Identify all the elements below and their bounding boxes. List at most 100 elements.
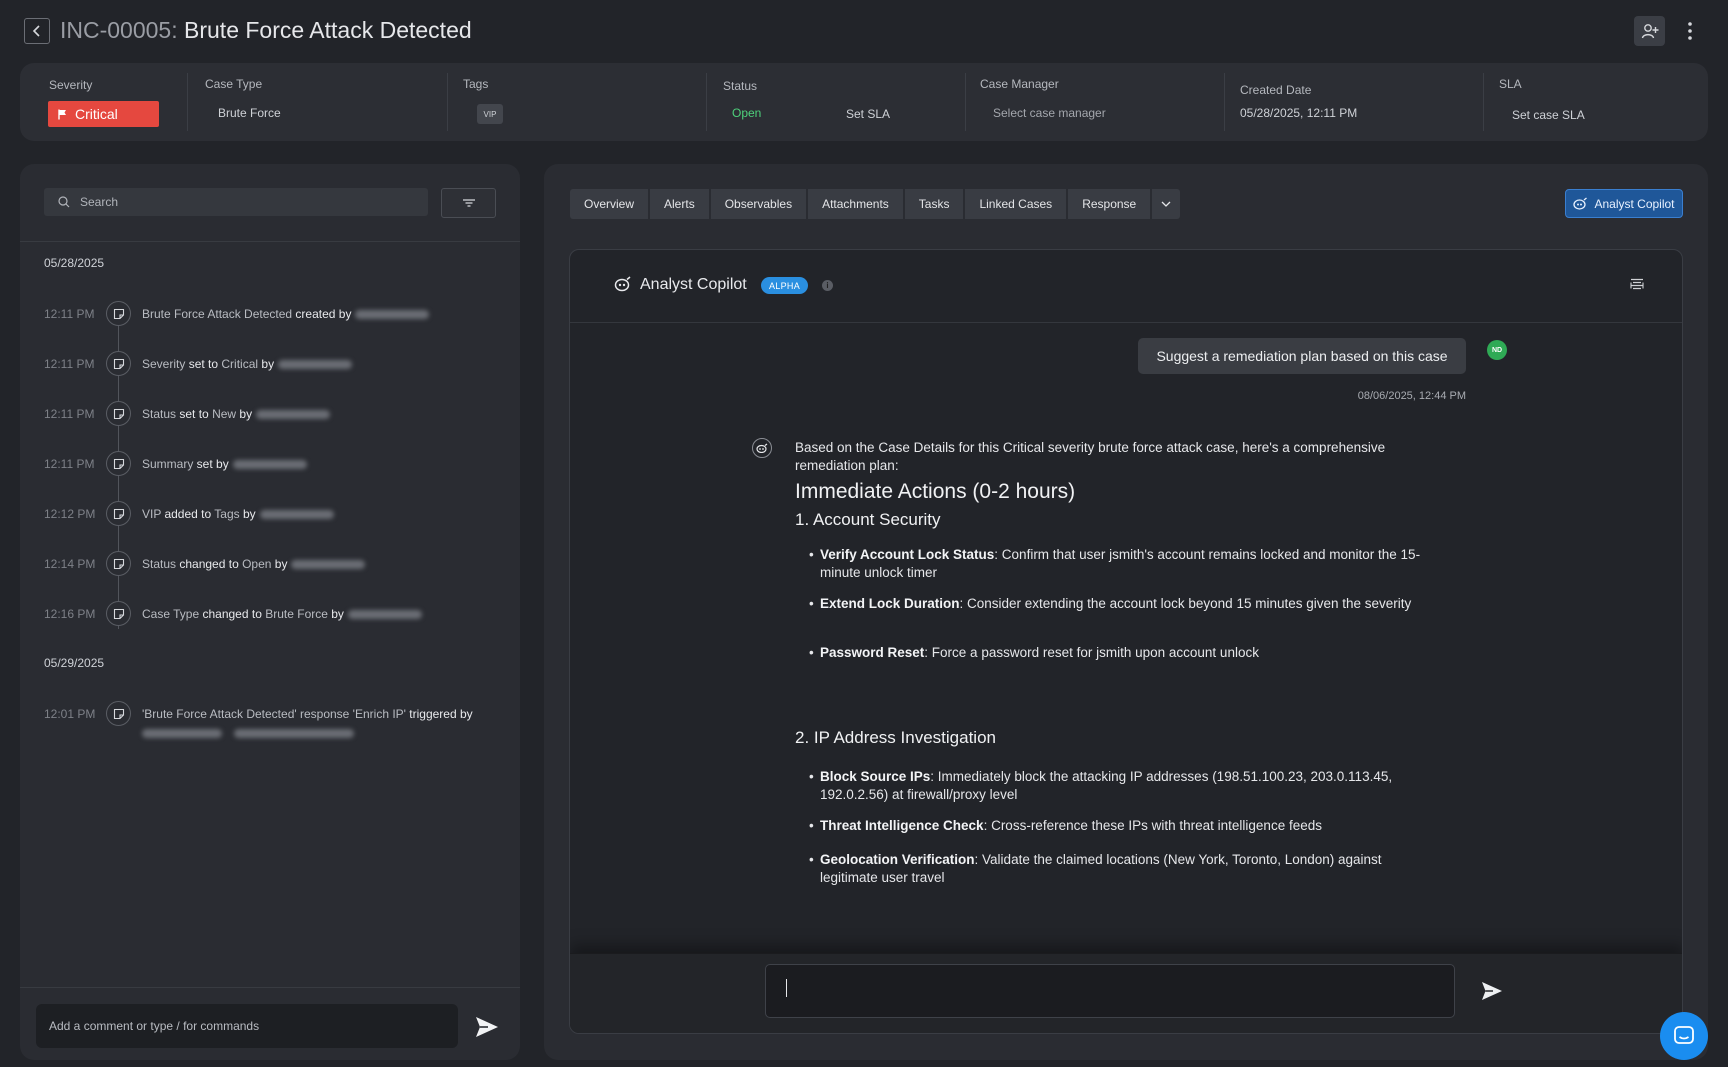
chat-input-box[interactable] [765, 964, 1455, 1018]
redacted-line [142, 726, 354, 740]
case-type-field[interactable]: Case Type Brute Force [188, 63, 446, 141]
tab-tasks[interactable]: Tasks [904, 189, 964, 219]
event-text: Case Type changed to Brute Force by [142, 607, 422, 621]
tags-label: Tags [463, 77, 489, 91]
event-time: 12:11 PM [44, 457, 95, 471]
status-label: Status [723, 79, 758, 93]
case-manager-select[interactable]: Select case manager [993, 106, 1106, 120]
tab-attachments[interactable]: Attachments [808, 189, 903, 219]
tags-field[interactable]: Tags VIP [448, 63, 706, 141]
note-icon [106, 701, 131, 726]
timeline-panel: 05/28/2025 12:11 PM Brute Force Attack D… [20, 164, 520, 1060]
timeline-event: 12:11 PM Severity set to Critical by [20, 348, 520, 378]
event-text: VIP added to Tags by [142, 507, 334, 521]
case-manager-field[interactable]: Case Manager Select case manager [966, 63, 1224, 141]
info-icon[interactable]: i [822, 280, 833, 291]
support-chat-button[interactable] [1660, 1012, 1708, 1060]
timeline-event: 12:16 PM Case Type changed to Brute Forc… [20, 598, 520, 628]
message-timestamp: 08/06/2025, 12:44 PM [1357, 390, 1466, 402]
more-tabs-button[interactable] [1152, 189, 1181, 219]
copilot-avatar [752, 438, 772, 458]
timeline-date-header: 05/28/2025 [44, 256, 105, 270]
response-bullet: Geolocation Verification: Validate the c… [809, 851, 1430, 887]
analyst-copilot-button[interactable]: Analyst Copilot [1565, 189, 1683, 218]
more-options-button[interactable] [1680, 16, 1700, 46]
user-message-bubble: Suggest a remediation plan based on this… [1138, 338, 1466, 374]
search-input[interactable] [80, 195, 380, 209]
page-title: INC-00005: Brute Force Attack Detected [60, 17, 472, 44]
comment-box[interactable] [36, 1004, 458, 1048]
note-icon [106, 301, 131, 326]
chat-input[interactable] [766, 965, 1454, 1017]
assign-user-button[interactable] [1634, 16, 1665, 46]
user-avatar: ND [1487, 340, 1507, 360]
note-icon [106, 351, 131, 376]
severity-badge[interactable]: Critical [48, 101, 159, 127]
event-text: Status set to New by [142, 407, 331, 421]
case-tabs: Overview Alerts Observables Attachments … [570, 189, 1181, 219]
severity-value: Critical [75, 106, 118, 122]
incident-title: Brute Force Attack Detected [184, 17, 472, 43]
sla-value[interactable]: Set case SLA [1512, 108, 1585, 122]
event-text: Severity set to Critical by [142, 357, 353, 371]
send-comment-icon[interactable] [474, 1015, 500, 1039]
user-plus-icon [1641, 24, 1658, 39]
note-icon [106, 551, 131, 576]
sla-field[interactable]: SLA Set case SLA [1484, 63, 1708, 141]
timeline-event: 12:11 PM Status set to New by [20, 398, 520, 428]
case-detail-panel: Overview Alerts Observables Attachments … [544, 164, 1708, 1060]
case-type-label: Case Type [205, 77, 263, 91]
tab-response[interactable]: Response [1068, 189, 1151, 219]
timeline-date-header: 05/29/2025 [44, 656, 105, 670]
event-time: 12:01 PM [44, 707, 96, 721]
tab-alerts[interactable]: Alerts [650, 189, 709, 219]
set-sla-link[interactable]: Set SLA [846, 107, 890, 121]
redacted-user [347, 610, 422, 620]
copilot-icon [614, 276, 631, 292]
vip-tag[interactable]: VIP [477, 104, 503, 124]
event-time: 12:11 PM [44, 307, 95, 321]
event-time: 12:11 PM [44, 407, 95, 421]
timeline-event: 12:11 PM Summary set by [20, 448, 520, 478]
tab-linked-cases[interactable]: Linked Cases [965, 189, 1067, 219]
response-heading: Immediate Actions (0-2 hours) [795, 480, 1076, 503]
response-subheading: 2. IP Address Investigation [795, 728, 996, 747]
tab-overview[interactable]: Overview [570, 189, 649, 219]
timeline-event: 12:12 PM VIP added to Tags by [20, 498, 520, 528]
event-text: Summary set by [142, 457, 307, 471]
tab-observables[interactable]: Observables [710, 189, 807, 219]
response-bullet: Verify Account Lock Status: Confirm that… [809, 546, 1430, 582]
severity-label: Severity [49, 78, 93, 92]
back-button[interactable] [24, 18, 50, 44]
note-icon [106, 451, 131, 476]
divider [20, 241, 520, 242]
comment-input[interactable] [49, 1019, 439, 1033]
filter-button[interactable] [441, 188, 496, 218]
status-field[interactable]: Status Open Set SLA [707, 63, 965, 141]
timeline-event: 12:14 PM Status changed to Open by [20, 548, 520, 578]
response-bullet: Password Reset: Force a password reset f… [809, 644, 1430, 662]
timeline-search[interactable] [44, 188, 428, 216]
kebab-menu-icon [1688, 22, 1692, 40]
response-intro: Based on the Case Details for this Criti… [795, 440, 1386, 473]
timeline-event: 12:11 PM Brute Force Attack Detected cre… [20, 298, 520, 328]
alpha-badge: ALPHA [761, 277, 808, 294]
event-text: Brute Force Attack Detected created by [142, 307, 430, 321]
case-type-value: Brute Force [218, 106, 281, 120]
event-text: Status changed to Open by [142, 557, 366, 571]
note-icon [106, 401, 131, 426]
note-icon [106, 601, 131, 626]
chat-input-area [570, 953, 1682, 1033]
response-bullet: Threat Intelligence Check: Cross-referen… [809, 817, 1430, 835]
created-date-value: 05/28/2025, 12:11 PM [1240, 106, 1358, 120]
incident-id: INC-00005: [60, 17, 178, 43]
redacted-user [291, 560, 366, 570]
copilot-title: Analyst Copilot [640, 276, 747, 293]
status-value[interactable]: Open [732, 106, 761, 120]
redacted-user [256, 410, 331, 420]
response-subheading: 1. Account Security [795, 510, 941, 529]
send-message-icon[interactable] [1480, 980, 1504, 1002]
chevron-left-icon [32, 25, 40, 37]
history-list-icon[interactable] [1630, 278, 1644, 291]
sla-label: SLA [1499, 77, 1522, 91]
